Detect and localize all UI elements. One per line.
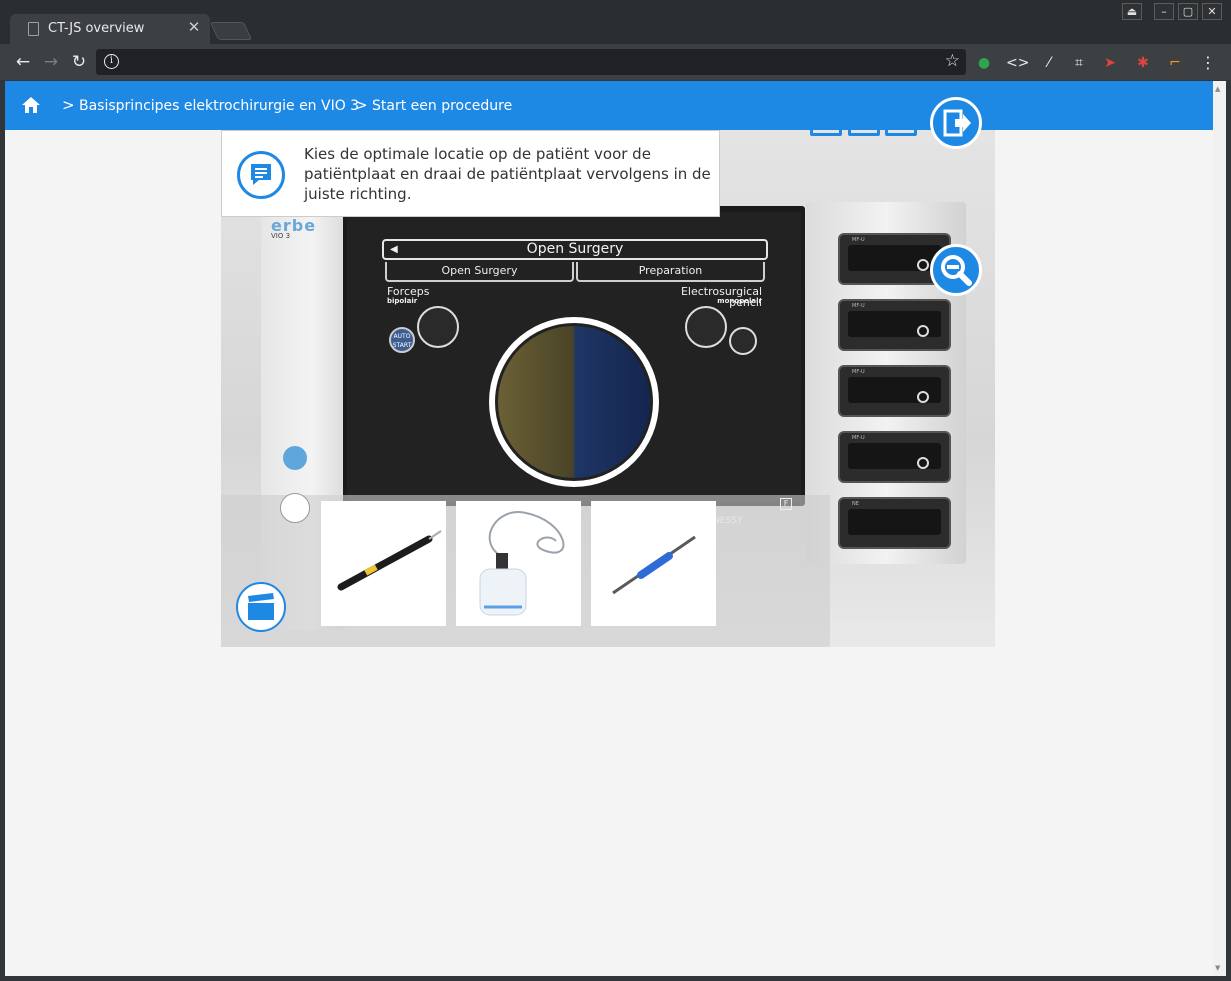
close-window-button[interactable]: ✕ (1202, 3, 1222, 20)
tab-title: CT-JS overview (48, 21, 145, 36)
address-bar[interactable]: i ☆ (96, 49, 966, 75)
home-icon[interactable] (21, 95, 41, 115)
profile-icon[interactable]: ⏏ (1122, 3, 1142, 20)
app-viewport: > Basisprincipes elektrochirurgie en VIO… (5, 81, 1213, 976)
power-button[interactable] (280, 493, 310, 523)
vertical-scrollbar[interactable]: ▲ ▼ (1213, 81, 1226, 976)
close-tab-icon[interactable]: ✕ (186, 19, 202, 35)
browser-window: CT-JS overview ✕ ⏏ – ▢ ✕ ← → ↻ i ☆ ● <> … (0, 0, 1231, 981)
clapperboard-icon (248, 593, 274, 620)
exit-button[interactable] (930, 97, 982, 149)
pencil-button[interactable] (685, 306, 727, 348)
zoom-out-icon (941, 255, 972, 286)
page-icon (28, 22, 39, 36)
patient-icon (283, 446, 307, 470)
chevron-right-icon: > (355, 96, 368, 114)
code-icon[interactable]: <> (1006, 54, 1029, 72)
breadcrumb-item-basisprincipes[interactable]: Basisprincipes elektrochirurgie en VIO 3 (79, 98, 359, 114)
tab-ct-js-overview[interactable]: CT-JS overview ✕ (10, 14, 210, 44)
thumbnail-electrosurgical-pencil[interactable] (321, 501, 446, 626)
clapperboard-button[interactable] (236, 582, 286, 632)
socket-2[interactable]: MF-U (838, 299, 951, 351)
thumbnail-forceps[interactable] (591, 501, 716, 626)
scroll-down-icon[interactable]: ▼ (1215, 964, 1220, 972)
scroll-up-icon[interactable]: ▲ (1215, 85, 1220, 93)
socket-4[interactable]: MF-U (838, 431, 951, 483)
progress-square-2 (848, 104, 880, 136)
bug-icon[interactable]: ✱ (1134, 54, 1152, 72)
zoom-out-button[interactable] (930, 244, 982, 296)
top-navigation-bar: > Basisprincipes elektrochirurgie en VIO… (5, 81, 1213, 130)
reload-button[interactable]: ↻ (68, 51, 90, 73)
eyedropper-icon[interactable]: ⁄ (1040, 54, 1058, 72)
forceps-label: Forceps (387, 285, 430, 298)
f-button[interactable]: F (780, 498, 792, 510)
power-dial[interactable] (489, 317, 659, 487)
screen-title-bar[interactable]: ◀ Open Surgery (382, 239, 768, 260)
forceps-button[interactable] (417, 306, 459, 348)
model-label: VIO 3 (271, 232, 291, 240)
screen-title: Open Surgery (526, 241, 624, 257)
socket-3[interactable]: MF-U (838, 365, 951, 417)
forceps-mode: bipolair (387, 297, 418, 305)
instruction-text: Kies de optimale locatie op de patiënt v… (304, 145, 711, 203)
crop-icon[interactable]: ⌗ (1070, 54, 1088, 72)
forward-button[interactable]: → (40, 51, 62, 73)
orange-tool-icon[interactable]: ⌐ (1166, 54, 1184, 72)
progress-square-1 (810, 104, 842, 136)
maximize-button[interactable]: ▢ (1178, 3, 1198, 20)
chevron-right-icon: > (62, 96, 75, 114)
bookmark-star-icon[interactable]: ☆ (945, 51, 960, 71)
green-globe-icon[interactable]: ● (975, 54, 993, 72)
nessy-label: NESSY (713, 516, 743, 526)
socket-neutral[interactable]: NE (838, 497, 951, 549)
menu-icon[interactable]: ⋮ (1199, 54, 1217, 72)
screen-tab-preparation[interactable]: Preparation (576, 262, 765, 282)
screen-tab-open-surgery[interactable]: Open Surgery (385, 262, 574, 282)
browser-toolbar: ← → ↻ i ☆ ● <> ⁄ ⌗ ➤ ✱ ⌐ ⋮ (0, 44, 1231, 80)
screen-back-icon[interactable]: ◀ (390, 241, 398, 258)
autostart-button[interactable]: AUTO START (389, 327, 415, 353)
new-tab-button[interactable] (209, 22, 253, 40)
exit-icon (943, 109, 971, 137)
arrow-red-icon[interactable]: ➤ (1101, 54, 1119, 72)
breadcrumb-item-start-procedure[interactable]: Start een procedure (372, 98, 512, 114)
site-info-icon[interactable]: i (104, 54, 119, 69)
thumbnail-patient-plate[interactable] (456, 501, 581, 626)
pencil-mode: monopolair (717, 297, 762, 305)
tab-strip: CT-JS overview ✕ ⏏ – ▢ ✕ (0, 0, 1231, 44)
hand-icon[interactable] (729, 327, 757, 355)
minimize-button[interactable]: – (1154, 3, 1174, 20)
progress-square-3 (885, 104, 917, 136)
back-button[interactable]: ← (12, 51, 34, 73)
instruction-box: Kies de optimale locatie op de patiënt v… (221, 130, 720, 217)
message-icon (237, 151, 285, 199)
